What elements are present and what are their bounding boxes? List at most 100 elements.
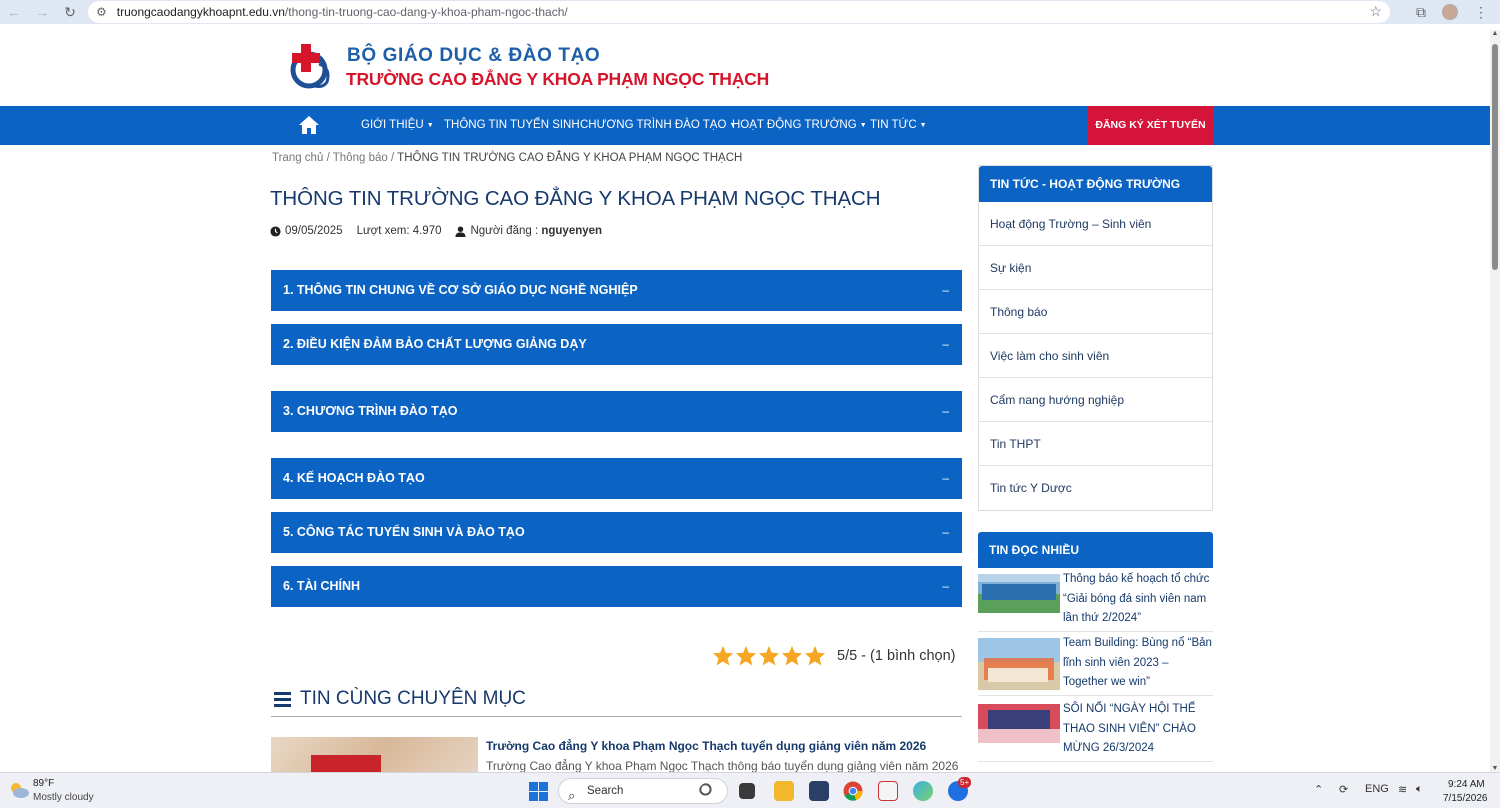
reload-icon[interactable]: ↻ (56, 0, 84, 24)
category-link[interactable]: Sự kiện (979, 246, 1212, 290)
collapse-icon[interactable]: – (942, 324, 949, 365)
main-navigation: GIỚI THIỆU ▼ THÔNG TIN TUYỂN SINH CHƯƠNG … (0, 106, 1490, 145)
user-icon (455, 225, 467, 237)
task-view-icon[interactable] (739, 783, 755, 799)
collapse-icon[interactable]: – (942, 566, 949, 607)
nav-label: TIN TỨC (870, 119, 917, 131)
popular-news-box: TIN ĐỌC NHIỀU Thông báo kế hoạch tổ chức… (978, 532, 1213, 772)
news-categories-box: TIN TỨC - HOẠT ĐỘNG TRƯỜNG Hoạt động Trư… (978, 165, 1213, 511)
weather-cloud-icon[interactable] (8, 781, 30, 799)
input-language[interactable]: ENG (1365, 783, 1389, 795)
star-icon[interactable] (758, 645, 780, 666)
register-button[interactable]: ĐĂNG KÝ XÉT TUYỂN (1088, 106, 1213, 145)
wifi-icon[interactable]: ≋ (1398, 783, 1407, 796)
accordion-section-4[interactable]: 4. KẾ HOẠCH ĐÀO TẠO – (271, 458, 962, 499)
popular-title[interactable]: Team Building: Bùng nổ “Bản lĩnh sinh vi… (1063, 634, 1213, 693)
breadcrumb-separator: / (326, 152, 330, 164)
category-link[interactable]: Hoạt động Trường – Sinh viên (979, 202, 1212, 246)
back-icon[interactable]: ← (0, 0, 28, 24)
caret-down-icon: ▼ (426, 122, 434, 129)
sync-icon[interactable]: ⟳ (1339, 783, 1348, 796)
windows-start-icon[interactable] (529, 782, 548, 801)
home-icon[interactable] (298, 115, 320, 135)
accordion-label: 2. ĐIỀU KIỆN ĐẢM BẢO CHẤT LƯỢNG GIẢNG DẠ… (283, 337, 587, 351)
related-article-desc: Trường Cao đẳng Y khoa Phạm Ngọc Thạch t… (486, 759, 962, 772)
store-icon[interactable] (809, 781, 829, 801)
scroll-thumb[interactable] (1492, 44, 1498, 270)
star-icon[interactable] (804, 645, 826, 666)
calendar-app-icon[interactable] (878, 781, 898, 801)
popular-thumbnail[interactable] (978, 638, 1060, 690)
accordion-label: 3. CHƯƠNG TRÌNH ĐÀO TẠO (283, 404, 458, 418)
popular-item[interactable]: Team Building: Bùng nổ “Bản lĩnh sinh vi… (978, 634, 1213, 696)
popular-item[interactable]: Thông báo kế hoạch tổ chức “Giải bóng đá… (978, 570, 1213, 632)
volume-icon[interactable]: 🔈︎ (1416, 783, 1423, 796)
accordion-section-2[interactable]: 2. ĐIỀU KIỆN ĐẢM BẢO CHẤT LƯỢNG GIẢNG DẠ… (271, 324, 962, 365)
related-title: TIN CÙNG CHUYÊN MỤC (300, 688, 526, 709)
site-header: BỘ GIÁO DỤC & ĐÀO TẠO TRƯỜNG CAO ĐẲNG Y … (0, 30, 1490, 106)
accordion-section-1[interactable]: 1. THÔNG TIN CHUNG VỀ CƠ SỞ GIÁO DỤC NGH… (271, 270, 962, 311)
breadcrumb-category[interactable]: Thông báo (333, 152, 388, 164)
photos-app-icon[interactable] (913, 781, 933, 801)
popular-item[interactable]: SÔI NỔI “NGÀY HỘI THỂ THAO SINH VIÊN” CH… (978, 700, 1213, 762)
file-explorer-icon[interactable] (774, 781, 794, 801)
nav-item-tin-tuc[interactable]: TIN TỨC ▼ (870, 106, 927, 145)
taskbar-search-label: Search (587, 785, 624, 797)
clock-time[interactable]: 9:24 AM (1448, 779, 1485, 790)
taskbar-search[interactable]: ⌕ Search (558, 778, 728, 804)
weather-description[interactable]: Mostly cloudy (33, 792, 94, 803)
star-icon[interactable] (735, 645, 757, 666)
breadcrumb: Trang chủ / Thông báo / THÔNG TIN TRƯỜNG… (272, 152, 742, 164)
menu-dots-icon[interactable]: ⋮ (1474, 4, 1488, 21)
weather-temperature[interactable]: 89°F (33, 778, 54, 789)
popular-thumbnail[interactable] (978, 574, 1060, 613)
popular-thumbnail[interactable] (978, 704, 1060, 743)
collapse-icon[interactable]: – (942, 270, 949, 311)
nav-item-chuong-trinh-dao-tao[interactable]: CHƯƠNG TRÌNH ĐÀO TẠO ▼ (580, 106, 736, 145)
popular-title[interactable]: Thông báo kế hoạch tổ chức “Giải bóng đá… (1063, 570, 1213, 629)
nav-label: CHƯƠNG TRÌNH ĐÀO TẠO (580, 119, 727, 131)
accordion-section-6[interactable]: 6. TÀI CHÍNH – (271, 566, 962, 607)
bookmark-star-icon[interactable]: ☆ (1369, 3, 1382, 20)
clock-date[interactable]: 7/15/2026 (1443, 793, 1488, 804)
address-bar[interactable]: ⚙ truongcaodangykhoapnt.edu.vn/thong-tin… (88, 1, 1390, 23)
related-header: TIN CÙNG CHUYÊN MỤC (271, 688, 962, 717)
accordion-label: 6. TÀI CHÍNH (283, 579, 361, 593)
nav-item-thong-tin-tuyen-sinh[interactable]: THÔNG TIN TUYỂN SINH (444, 106, 580, 145)
collapse-icon[interactable]: – (942, 512, 949, 553)
star-icon[interactable] (781, 645, 803, 666)
site-info-icon[interactable]: ⚙ (96, 5, 107, 19)
caret-down-icon: ▼ (859, 122, 867, 129)
related-article-link[interactable]: Trường Cao đẳng Y khoa Phạm Ngọc Thạch t… (486, 739, 926, 753)
accordion-label: 5. CÔNG TÁC TUYỂN SINH VÀ ĐÀO TẠO (283, 525, 525, 539)
school-logo[interactable] (289, 42, 335, 90)
breadcrumb-home[interactable]: Trang chủ (272, 152, 323, 164)
scroll-up-icon[interactable]: ▲ (1491, 30, 1499, 37)
category-link[interactable]: Việc làm cho sinh viên (979, 334, 1212, 378)
show-hidden-icons-icon[interactable]: ⌃ (1314, 783, 1323, 796)
related-thumbnail[interactable] (271, 737, 478, 773)
ministry-name: BỘ GIÁO DỤC & ĐÀO TẠO (347, 45, 601, 66)
breadcrumb-separator: / (390, 152, 395, 164)
accordion-section-5[interactable]: 5. CÔNG TÁC TUYỂN SINH VÀ ĐÀO TẠO – (271, 512, 962, 553)
clock-icon (270, 225, 281, 237)
forward-icon[interactable]: → (28, 0, 56, 24)
collapse-icon[interactable]: – (942, 391, 949, 432)
category-link[interactable]: Thông báo (979, 290, 1212, 334)
nav-item-gioi-thieu[interactable]: GIỚI THIỆU ▼ (361, 106, 434, 145)
nav-item-hoat-dong-truong[interactable]: HOẠT ĐỘNG TRƯỜNG ▼ (732, 106, 867, 145)
scroll-down-icon[interactable]: ▼ (1491, 765, 1499, 772)
news-categories-title: TIN TỨC - HOẠT ĐỘNG TRƯỜNG (979, 166, 1212, 202)
extensions-icon[interactable]: ⧉ (1416, 4, 1426, 21)
accordion-section-3[interactable]: 3. CHƯƠNG TRÌNH ĐÀO TẠO – (271, 391, 962, 432)
chrome-icon[interactable] (843, 781, 863, 801)
category-link[interactable]: Tin THPT (979, 422, 1212, 466)
popular-title[interactable]: SÔI NỔI “NGÀY HỘI THỂ THAO SINH VIÊN” CH… (1063, 700, 1213, 759)
profile-avatar[interactable] (1442, 4, 1458, 20)
collapse-icon[interactable]: – (942, 458, 949, 499)
school-name[interactable]: TRƯỜNG CAO ĐẲNG Y KHOA PHẠM NGỌC THẠCH (346, 69, 769, 90)
star-icon[interactable] (712, 645, 734, 666)
category-link[interactable]: Cẩm nang hướng nghiệp (979, 378, 1212, 422)
category-link[interactable]: Tin tức Y Dược (979, 466, 1212, 510)
page-scrollbar[interactable]: ▲ ▼ (1490, 30, 1500, 772)
